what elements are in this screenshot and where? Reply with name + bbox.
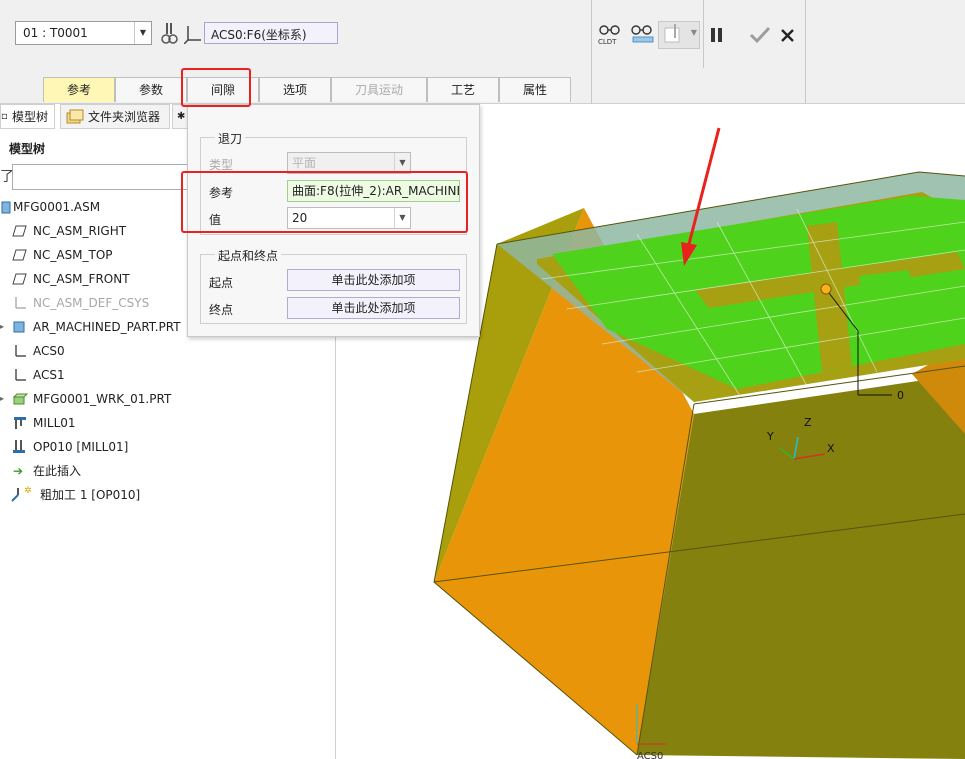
tab-parameters[interactable]: 参数 [115, 77, 187, 102]
csys-icon [15, 297, 26, 309]
tab-reference[interactable]: 参考 [43, 77, 115, 102]
tool-select[interactable]: 01 : T0001 ▼ [15, 21, 152, 45]
operation-icon [13, 440, 25, 453]
preview-glasses-icon[interactable] [630, 22, 656, 46]
csys-reference-value: ACS0:F6(坐标系) [211, 28, 307, 42]
start-point-collector[interactable]: 单击此处添加项 [287, 269, 460, 291]
datum-plane-icon [12, 273, 27, 285]
tree-item-label: 粗加工 1 [OP010] [40, 488, 141, 502]
tree-item-label: ACS0 [33, 344, 65, 358]
tree-item-label: OP010 [MILL01] [33, 440, 129, 454]
cldt-label: CLDT [598, 38, 617, 46]
tree-item-label: NC_ASM_TOP [33, 248, 113, 262]
tree-item-label: AR_MACHINED_PART.PRT [33, 320, 181, 334]
pause-icon[interactable] [710, 27, 724, 43]
start-label: 起点 [209, 276, 234, 290]
tree-item-wrk-part[interactable]: ▸ MFG0001_WRK_01.PRT [0, 388, 330, 410]
start-point-placeholder: 单击此处添加项 [331, 273, 416, 287]
verify-dropdown[interactable]: ▼ [658, 21, 700, 49]
workpiece-icon [12, 393, 28, 405]
panel-tab-folder-browser[interactable]: 文件夹浏览器 [60, 104, 170, 129]
tab-properties[interactable]: 属性 [499, 77, 571, 102]
panel-tab-label: 模型树 [12, 110, 49, 124]
tree-item-roughing-1[interactable]: ✲ 粗加工 1 [OP010] [0, 484, 330, 506]
tree-item-label: NC_ASM_FRONT [33, 272, 130, 286]
end-point-placeholder: 单击此处添加项 [331, 301, 416, 315]
star-icon: ✱ [177, 111, 186, 122]
tree-item-acs0[interactable]: ACS0 [0, 340, 330, 362]
tree-item-label: ACS1 [33, 368, 65, 382]
mill-workcenter-icon [14, 417, 26, 429]
tree-item-label: 在此插入 [33, 464, 82, 478]
chevron-down-icon[interactable]: ▼ [394, 153, 410, 173]
model-tree-tab-icon: ▫ [1, 111, 8, 122]
start-end-group-title: 起点和终点 [215, 247, 282, 264]
triad-x-label: X [827, 442, 835, 455]
panel-tab-model-tree[interactable]: ▫ 模型树 [0, 104, 55, 129]
tree-item-label: MILL01 [33, 416, 76, 430]
part-icon [13, 321, 25, 333]
panel-tab-label: 文件夹浏览器 [88, 110, 161, 124]
tree-item-mill01[interactable]: MILL01 [0, 412, 330, 434]
ribbon-divider [703, 0, 704, 68]
verify-icon [664, 24, 680, 43]
end-point-collector[interactable]: 单击此处添加项 [287, 297, 460, 319]
cldt-glasses-icon[interactable]: CLDT [598, 22, 622, 46]
new-feature-star-icon: ✲ [24, 486, 32, 496]
tree-search-input[interactable] [12, 164, 192, 190]
datum-plane-icon [12, 249, 27, 261]
tree-item-label: NC_ASM_RIGHT [33, 224, 127, 238]
retract-group-title: 退刀 [215, 130, 246, 147]
tree-item-insert-here[interactable]: ➔ 在此插入 [0, 460, 330, 482]
tree-item-op010[interactable]: OP010 [MILL01] [0, 436, 330, 458]
dashboard-ribbon: 01 : T0001 ▼ ACS0:F6(坐标系) CLDT ▼ 参考 参数 间… [0, 0, 965, 104]
triad-z-label: Z [804, 416, 812, 429]
expand-arrow-icon[interactable]: ▸ [0, 388, 4, 410]
nc-sequence-window: 01 : T0001 ▼ ACS0:F6(坐标系) CLDT ▼ 参考 参数 间… [0, 0, 965, 759]
tab-process[interactable]: 工艺 [427, 77, 499, 102]
clearance-tab-highlight [181, 68, 251, 107]
triad-y-label: Y [766, 430, 774, 443]
csys-icon [15, 345, 26, 357]
tab-tool-motions[interactable]: 刀具运动 [331, 77, 427, 102]
tree-item-label: MFG0001_WRK_01.PRT [33, 392, 172, 406]
start-end-group: 起点和终点 起点 单击此处添加项 终点 单击此处添加项 [200, 247, 467, 324]
insert-here-arrow-icon: ➔ [13, 464, 24, 478]
folder-icon [66, 109, 84, 124]
expand-arrow-icon[interactable]: ▸ [0, 316, 4, 338]
tab-options[interactable]: 选项 [259, 77, 331, 102]
retract-fields-highlight [181, 171, 468, 233]
plane-marker-label: 0 [897, 389, 904, 402]
chevron-down-icon[interactable]: ▼ [134, 22, 151, 44]
tree-item-label: NC_ASM_DEF_CSYS [33, 296, 150, 310]
type-select-value: 平面 [292, 156, 317, 170]
chevron-down-icon[interactable]: ▼ [691, 28, 697, 37]
csys-reference-field[interactable]: ACS0:F6(坐标系) [204, 22, 338, 44]
acs0-label: ACS0 [637, 751, 663, 759]
tree-title: 模型树 [9, 142, 46, 156]
cancel-x-icon[interactable] [780, 28, 795, 43]
datum-plane-icon [12, 225, 27, 237]
ok-check-icon[interactable] [749, 26, 771, 44]
tool-manager-icon[interactable] [160, 22, 180, 46]
ribbon-divider [591, 0, 592, 104]
csys-icon [15, 369, 26, 381]
end-label: 终点 [209, 303, 234, 317]
csys-icon[interactable] [184, 24, 202, 44]
tool-select-value: 01 : T0001 [23, 26, 88, 40]
tree-item-label: MFG0001.ASM [13, 200, 101, 214]
panel-tab-favorites[interactable]: ✱ [172, 104, 188, 129]
ribbon-divider [805, 0, 806, 104]
tree-item-acs1[interactable]: ACS1 [0, 364, 330, 386]
